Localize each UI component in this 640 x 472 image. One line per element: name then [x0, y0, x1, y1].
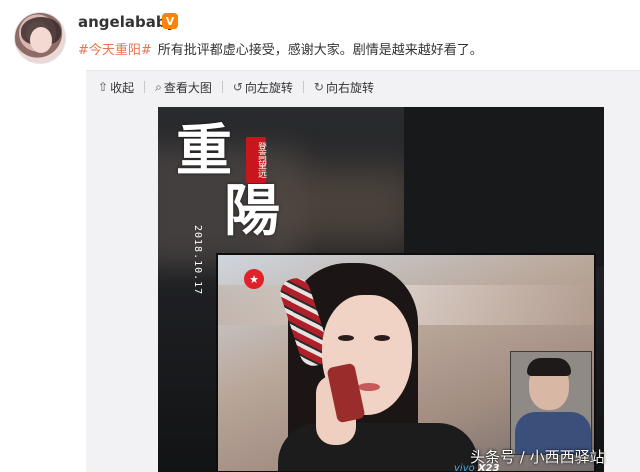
avatar-face	[30, 27, 52, 53]
collapse-label: 收起	[110, 80, 135, 95]
media-viewer: ⇧ 收起 ⌕ 查看大图 ↺ 向左旋转 ↻ 向右旋转 重 陽 登高望远 2018.…	[86, 70, 640, 472]
view-large-button[interactable]: ⌕ 查看大图	[151, 79, 216, 96]
collapse-icon: ⇧	[98, 80, 109, 94]
toolbar-divider	[221, 81, 223, 93]
zoom-icon: ⌕	[155, 79, 162, 94]
toolbar-divider	[302, 81, 304, 93]
hashtag-link[interactable]: #今天重阳#	[78, 43, 152, 58]
verified-badge-icon: V	[162, 13, 178, 29]
rotate-right-button[interactable]: ↻ 向右旋转	[310, 79, 378, 96]
inset-hair	[527, 358, 571, 376]
picture-in-picture	[510, 351, 592, 455]
seal-stamp: 登高望远	[246, 137, 266, 183]
watermark: 头条号 / 小西西驿站	[470, 448, 605, 466]
post-photo[interactable]: 重 陽 登高望远 2018.10.17 ★	[158, 107, 604, 472]
rotate-left-label: 向左旋转	[244, 80, 293, 95]
avatar[interactable]	[14, 12, 66, 64]
rotate-right-icon: ↻	[313, 80, 324, 94]
eye	[374, 335, 390, 341]
toolbar-divider	[144, 81, 146, 93]
poster-date: 2018.10.17	[192, 225, 203, 296]
rotate-right-label: 向右旋转	[325, 80, 374, 95]
post-text: #今天重阳# 所有批评都虚心接受，感谢大家。剧情是越来越好看了。	[78, 42, 483, 60]
station-logo-icon: ★	[244, 269, 264, 289]
collapse-button[interactable]: ⇧ 收起	[94, 79, 138, 96]
lips	[358, 383, 380, 391]
poster-char: 陽	[224, 178, 280, 244]
post-body: 所有批评都虚心接受，感谢大家。剧情是越来越好看了。	[157, 43, 483, 58]
rotate-left-icon: ↺	[232, 80, 243, 94]
view-large-label: 查看大图	[163, 80, 212, 95]
photo-background	[404, 107, 604, 267]
actress-shirt	[278, 423, 478, 471]
eye	[338, 335, 354, 341]
rotate-left-button[interactable]: ↺ 向左旋转	[229, 79, 297, 96]
media-toolbar: ⇧ 收起 ⌕ 查看大图 ↺ 向左旋转 ↻ 向右旋转	[86, 71, 640, 103]
photo-background	[278, 167, 418, 247]
tv-screen: ★	[216, 253, 596, 472]
